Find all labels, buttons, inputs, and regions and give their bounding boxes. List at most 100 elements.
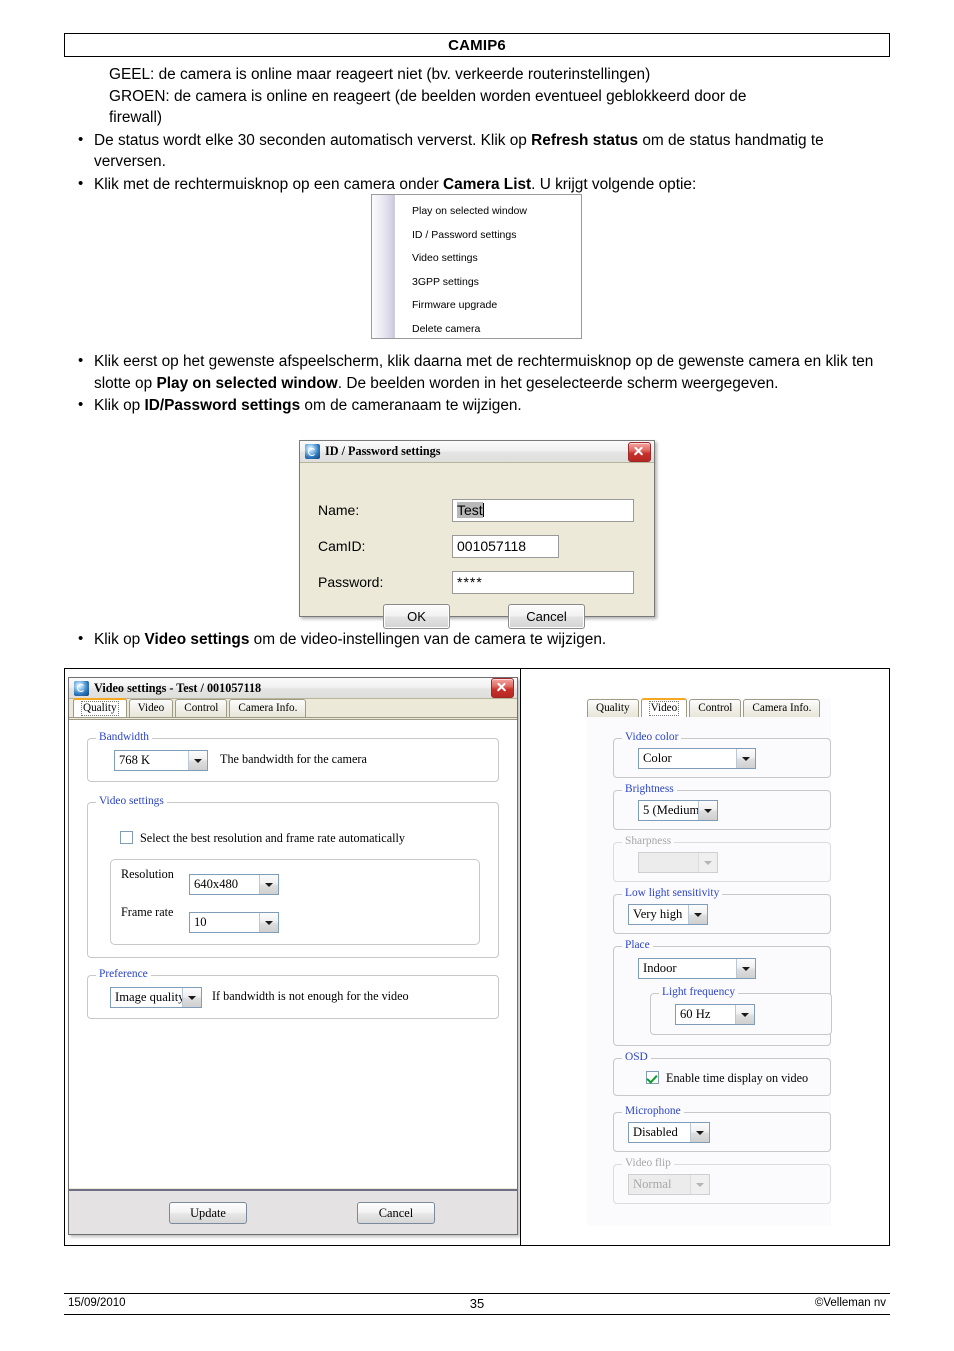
preference-hint: If bandwidth is not enough for the video bbox=[212, 989, 409, 1003]
app-icon bbox=[74, 680, 89, 696]
dialog-body: Name: Test CamID: 001057118 Password: **… bbox=[300, 463, 654, 629]
framerate-select[interactable]: 10 bbox=[189, 912, 279, 933]
close-icon[interactable] bbox=[491, 678, 514, 698]
resolution-select[interactable]: 640x480 bbox=[189, 874, 279, 895]
bandwidth-group-title: Bandwidth bbox=[96, 731, 152, 743]
chevron-down-icon[interactable] bbox=[259, 875, 278, 894]
cancel-button[interactable]: Cancel bbox=[508, 604, 585, 629]
place-select[interactable]: Indoor bbox=[638, 958, 756, 979]
dialog-titlebar[interactable]: ID / Password settings bbox=[300, 441, 654, 463]
app-icon bbox=[305, 444, 320, 459]
chevron-down-icon[interactable] bbox=[698, 801, 717, 820]
auto-resolution-label: Select the best resolution and frame rat… bbox=[140, 831, 405, 845]
screenshot-table: Video settings - Test / 001057118 Qualit… bbox=[64, 668, 890, 1246]
video-settings-footer: Update Cancel bbox=[69, 1189, 517, 1234]
instruction-list-2: Klik eerst op het gewenste afspeelscherm… bbox=[64, 350, 894, 417]
low-light-group-title: Low light sensitivity bbox=[622, 887, 723, 899]
microphone-select[interactable]: Disabled bbox=[628, 1122, 710, 1143]
bullet3-post: . De beelden worden in het geselecteerde… bbox=[337, 374, 779, 392]
tab-control[interactable]: Control bbox=[175, 699, 228, 717]
list-item: Klik op Video settings om de video-inste… bbox=[64, 628, 894, 651]
place-group-title: Place bbox=[622, 939, 653, 951]
instruction-list: De status wordt elke 30 seconden automat… bbox=[64, 129, 894, 196]
bandwidth-select[interactable]: 768 K bbox=[114, 750, 208, 771]
tab-camera-info[interactable]: Camera Info. bbox=[229, 699, 307, 717]
tab-quality[interactable]: Quality bbox=[73, 698, 127, 717]
context-menu-items: Play on selected window ID / Password se… bbox=[396, 195, 581, 338]
bullet2-post: . U krijgt volgende optie: bbox=[531, 175, 697, 193]
ok-button[interactable]: OK bbox=[383, 604, 450, 629]
update-button[interactable]: Update bbox=[169, 1202, 247, 1224]
close-icon[interactable] bbox=[628, 441, 651, 462]
chevron-down-icon bbox=[698, 853, 717, 872]
video-settings-title: Video settings - Test / 001057118 bbox=[94, 680, 262, 695]
video-settings-group: Video settings Select the best resolutio… bbox=[87, 795, 499, 958]
chevron-down-icon[interactable] bbox=[690, 1123, 709, 1142]
status-legend-line-firewall: firewall) bbox=[109, 109, 163, 126]
name-label: Name: bbox=[318, 502, 360, 518]
bullet5-bold: Video settings bbox=[144, 631, 250, 648]
chevron-down-icon[interactable] bbox=[188, 751, 207, 770]
video-flip-select: Normal bbox=[628, 1174, 710, 1195]
low-light-sensitivity-group: Low light sensitivity Very high bbox=[613, 887, 831, 934]
low-light-select[interactable]: Very high bbox=[628, 904, 708, 925]
menu-item-play-on-selected-window[interactable]: Play on selected window bbox=[396, 200, 581, 224]
preference-select[interactable]: Image quality bbox=[110, 987, 202, 1008]
tab-control[interactable]: Control bbox=[689, 699, 742, 717]
chevron-down-icon[interactable] bbox=[736, 749, 755, 768]
page-footer: 15/09/2010 35 ©Velleman nv bbox=[64, 1293, 890, 1315]
document-page: CAMIP6 GEEL: de camera is online maar re… bbox=[0, 0, 954, 1351]
chevron-down-icon bbox=[690, 1175, 709, 1194]
chevron-down-icon[interactable] bbox=[688, 905, 707, 924]
password-field[interactable]: **** bbox=[452, 571, 634, 594]
menu-item-3gpp-settings[interactable]: 3GPP settings bbox=[396, 271, 581, 295]
bullet4-post: om de cameranaam te wijzigen. bbox=[300, 397, 522, 414]
document-body: GEEL: de camera is online maar reageert … bbox=[64, 64, 894, 195]
tab-quality[interactable]: Quality bbox=[587, 699, 639, 717]
footer-page-number: 35 bbox=[469, 1296, 485, 1311]
context-menu-gutter bbox=[372, 195, 395, 338]
tab-video[interactable]: Video bbox=[128, 699, 174, 717]
video-settings-titlebar[interactable]: Video settings - Test / 001057118 bbox=[69, 678, 517, 699]
chevron-down-icon[interactable] bbox=[182, 988, 201, 1007]
brightness-select[interactable]: 5 (Medium bbox=[638, 800, 718, 821]
cancel-button[interactable]: Cancel bbox=[357, 1202, 435, 1224]
video-tab-panel: Quality Video Control Camera Info. Video… bbox=[587, 698, 832, 1226]
page-header: CAMIP6 bbox=[64, 33, 890, 57]
document-body-middle: Klik eerst op het gewenste afspeelscherm… bbox=[64, 350, 894, 417]
chevron-down-icon[interactable] bbox=[735, 1005, 754, 1024]
instruction-list-3: Klik op Video settings om de video-inste… bbox=[64, 628, 894, 651]
light-frequency-group-title: Light frequency bbox=[659, 986, 739, 998]
enable-time-display-label: Enable time display on video bbox=[666, 1071, 809, 1085]
auto-resolution-checkbox[interactable] bbox=[120, 831, 133, 844]
tab-camera-info[interactable]: Camera Info. bbox=[743, 699, 821, 717]
password-label: Password: bbox=[318, 574, 384, 590]
menu-item-id-password-settings[interactable]: ID / Password settings bbox=[396, 224, 581, 248]
camid-label: CamID: bbox=[318, 538, 366, 554]
bandwidth-hint: The bandwidth for the camera bbox=[220, 752, 367, 766]
menu-item-firmware-upgrade[interactable]: Firmware upgrade bbox=[396, 294, 581, 318]
brightness-group: Brightness 5 (Medium bbox=[613, 783, 831, 830]
password-row: Password: **** bbox=[300, 571, 654, 594]
status-legend-line-groen: GROEN: de camera is online en reageert (… bbox=[109, 87, 747, 105]
menu-item-video-settings[interactable]: Video settings bbox=[396, 247, 581, 271]
enable-time-display-checkbox[interactable] bbox=[646, 1071, 659, 1084]
dialog-title: ID / Password settings bbox=[325, 444, 441, 458]
page-title: CAMIP6 bbox=[448, 36, 506, 54]
screenshot-cell-left: Video settings - Test / 001057118 Qualit… bbox=[65, 669, 521, 1245]
video-color-select[interactable]: Color bbox=[638, 748, 756, 769]
chevron-down-icon[interactable] bbox=[259, 913, 278, 932]
light-frequency-group: Light frequency 60 Hz bbox=[650, 986, 832, 1035]
camid-row: CamID: 001057118 bbox=[300, 535, 654, 558]
chevron-down-icon[interactable] bbox=[736, 959, 755, 978]
video-color-group-title: Video color bbox=[622, 731, 682, 743]
camid-field[interactable]: 001057118 bbox=[452, 535, 559, 558]
osd-group: OSD Enable time display on video bbox=[613, 1051, 831, 1096]
name-field[interactable]: Test bbox=[452, 499, 634, 522]
screenshot-cell-right: Quality Video Control Camera Info. Video… bbox=[521, 669, 889, 1245]
tab-video[interactable]: Video bbox=[640, 698, 688, 717]
video-settings-group-title: Video settings bbox=[96, 795, 167, 807]
light-frequency-select[interactable]: 60 Hz bbox=[675, 1004, 755, 1025]
menu-item-delete-camera[interactable]: Delete camera bbox=[396, 318, 581, 342]
bullet4-pre: Klik op bbox=[94, 397, 145, 414]
